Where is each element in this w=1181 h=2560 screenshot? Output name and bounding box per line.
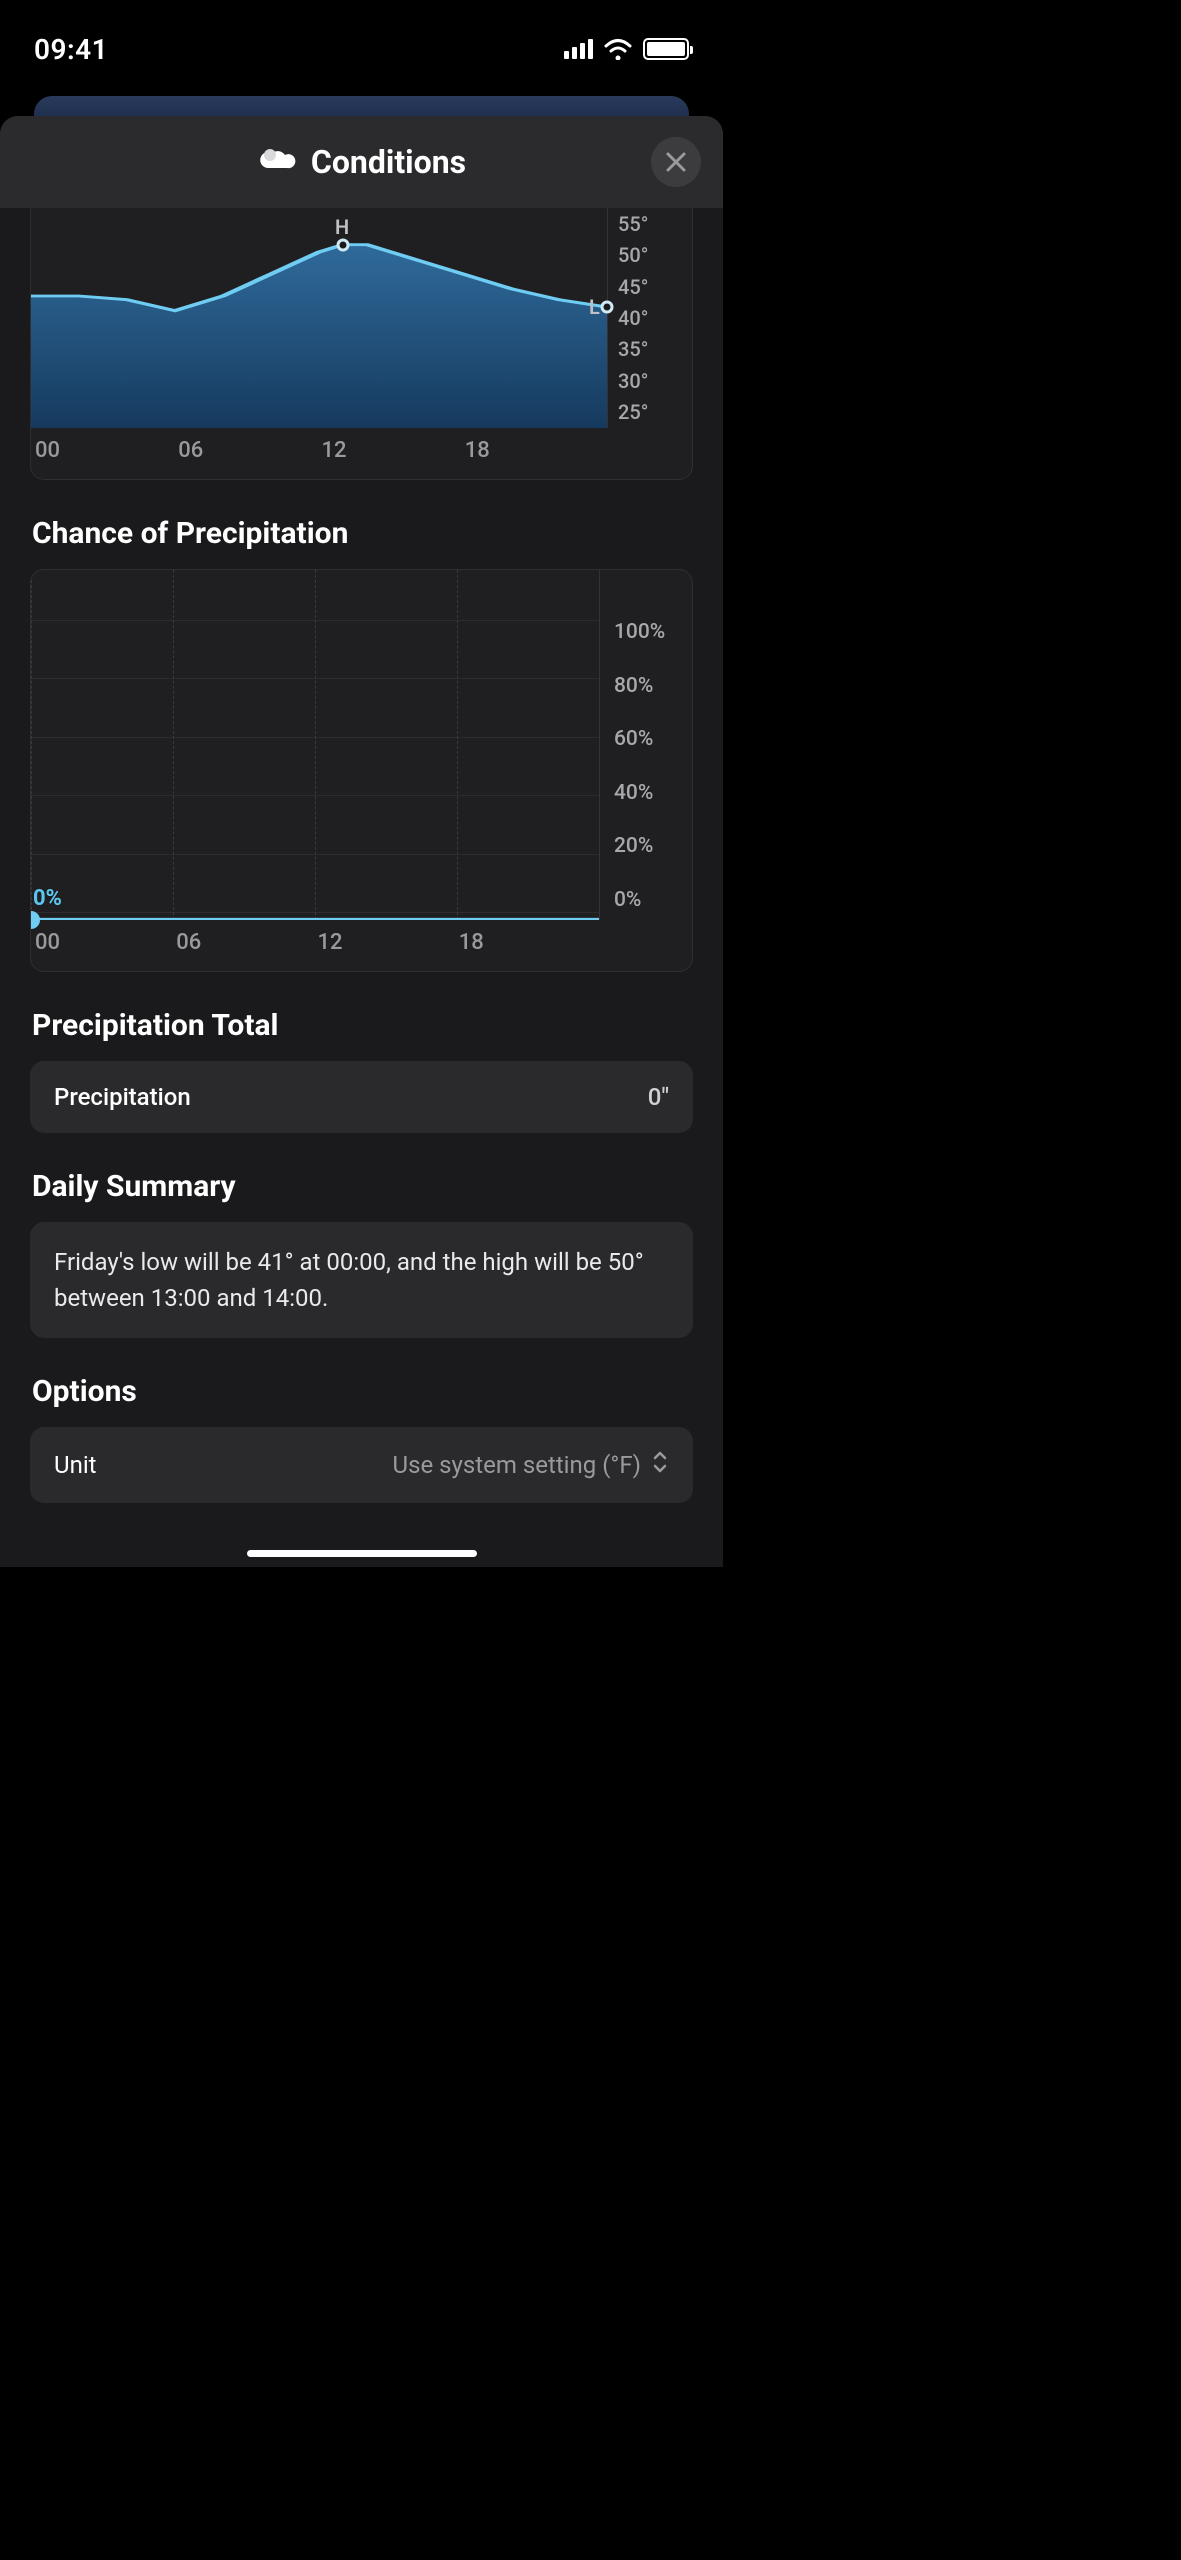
x-tick: 06 — [176, 930, 317, 955]
unit-label: Unit — [54, 1451, 97, 1479]
temperature-x-axis: 00061218 — [31, 428, 692, 479]
precip-chance-heading: Chance of Precipitation — [32, 516, 693, 551]
precip-chance-chart[interactable]: 0% 100% 80% 60% 40% 20% 0% 00061218 — [30, 569, 693, 972]
conditions-modal: Conditions — [0, 116, 723, 1567]
y-tick: 100% — [614, 620, 692, 644]
y-tick: 80% — [614, 674, 692, 698]
precip-x-axis: 00061218 — [31, 920, 692, 971]
x-tick: 00 — [31, 930, 176, 955]
y-tick: 45° — [618, 275, 692, 299]
y-tick: 30° — [618, 369, 692, 393]
daily-summary-heading: Daily Summary — [32, 1169, 693, 1204]
x-tick: 12 — [318, 930, 459, 955]
temperature-plot-area: H L — [31, 208, 608, 428]
unit-value: Use system setting (°F) — [393, 1451, 641, 1479]
x-tick: 12 — [322, 438, 465, 463]
temperature-chart[interactable]: H L 55° 50° 45° 40° 35° 30° 25° 00061218 — [30, 208, 693, 480]
precip-total-value: 0" — [648, 1083, 669, 1111]
x-tick: 18 — [465, 438, 608, 463]
y-tick: 60% — [614, 727, 692, 751]
home-indicator[interactable] — [247, 1550, 477, 1557]
y-tick: 50° — [618, 243, 692, 267]
chevron-up-down-icon — [651, 1449, 669, 1481]
high-marker-label: H — [335, 215, 349, 239]
y-tick: 0% — [614, 888, 692, 912]
precip-total-row: Precipitation 0" — [30, 1061, 693, 1133]
unit-option-row[interactable]: Unit Use system setting (°F) — [30, 1427, 693, 1503]
precip-total-label: Precipitation — [54, 1083, 191, 1111]
options-heading: Options — [32, 1374, 693, 1409]
status-icons — [564, 38, 689, 60]
x-tick: 00 — [31, 438, 178, 463]
x-tick: 06 — [178, 438, 321, 463]
daily-summary-text: Friday's low will be 41° at 00:00, and t… — [30, 1222, 693, 1338]
y-tick: 40% — [614, 781, 692, 805]
wifi-icon — [603, 38, 633, 60]
close-button[interactable] — [651, 137, 701, 187]
y-tick: 20% — [614, 834, 692, 858]
precip-y-axis: 100% 80% 60% 40% 20% 0% — [600, 570, 692, 920]
cloud-icon — [257, 145, 297, 179]
status-bar: 09:41 — [0, 0, 723, 80]
precip-current-value: 0% — [33, 886, 62, 911]
temperature-y-axis: 55° 50° 45° 40° 35° 30° 25° — [608, 208, 692, 428]
y-tick: 55° — [618, 212, 692, 236]
x-tick: 18 — [459, 930, 600, 955]
modal-content[interactable]: H L 55°50°45°40°35°30°25° 00061218 Chanc… — [0, 208, 723, 1567]
precip-plot-area: 0% — [31, 570, 600, 920]
low-marker-label: L — [589, 295, 600, 319]
y-tick: 35° — [618, 337, 692, 361]
y-tick: 25° — [618, 400, 692, 424]
battery-icon — [643, 38, 689, 60]
modal-header: Conditions — [0, 116, 723, 208]
status-time: 09:41 — [34, 33, 108, 66]
y-tick: 40° — [618, 306, 692, 330]
modal-title: Conditions — [311, 143, 466, 181]
cellular-signal-icon — [564, 39, 593, 59]
precip-total-heading: Precipitation Total — [32, 1008, 693, 1043]
